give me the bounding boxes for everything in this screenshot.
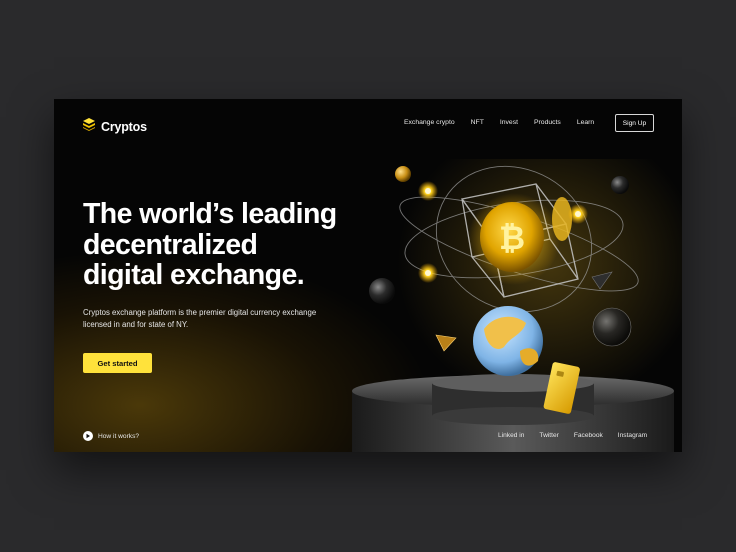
gold-pyramid: [435, 334, 457, 352]
cube-logo-icon: [82, 117, 96, 136]
pedestal: [352, 374, 674, 452]
social-link-facebook[interactable]: Facebook: [574, 432, 603, 439]
bitcoin-icon: ₿: [499, 219, 525, 257]
social-links: Linked in Twitter Facebook Instagram: [498, 432, 647, 439]
how-it-works-label: How it works?: [98, 432, 140, 440]
headline-line-3: digital exchange.: [83, 259, 305, 291]
nav-item-products[interactable]: Products: [534, 119, 561, 126]
brand-logo[interactable]: Cryptos: [82, 117, 147, 136]
how-it-works-link[interactable]: How it works?: [83, 431, 139, 441]
social-link-linkedin[interactable]: Linked in: [498, 432, 524, 439]
dark-sphere: [369, 278, 395, 304]
social-link-twitter[interactable]: Twitter: [539, 432, 558, 439]
main-nav: Exchange crypto NFT Invest Products Lear…: [404, 119, 594, 126]
bitcoin-coin: ₿: [468, 193, 572, 285]
social-link-instagram[interactable]: Instagram: [618, 432, 647, 439]
gold-sphere: [395, 166, 411, 182]
dark-sphere-small: [611, 176, 629, 194]
get-started-button[interactable]: Get started: [83, 353, 152, 373]
hero-headline: The world’s leading decentralized digita…: [83, 199, 383, 291]
globe: [473, 306, 543, 376]
crypto-illustration: ₿: [352, 165, 674, 452]
headline-line-2: decentralized: [83, 228, 258, 261]
nav-item-nft[interactable]: NFT: [471, 119, 484, 126]
play-icon: [83, 431, 93, 441]
sign-up-button[interactable]: Sign Up: [615, 114, 654, 132]
nav-item-invest[interactable]: Invest: [500, 119, 518, 126]
dark-pyramid: [591, 271, 613, 290]
nav-item-exchange-crypto[interactable]: Exchange crypto: [404, 119, 455, 126]
glass-sphere: [592, 307, 632, 347]
hero-subtext: Cryptos exchange platform is the premier…: [83, 308, 317, 329]
landing-page: Cryptos Exchange crypto NFT Invest Produ…: [54, 99, 682, 452]
headline-line-1: The world’s leading: [83, 198, 337, 230]
brand-name: Cryptos: [101, 119, 147, 134]
nav-item-learn[interactable]: Learn: [577, 119, 594, 126]
